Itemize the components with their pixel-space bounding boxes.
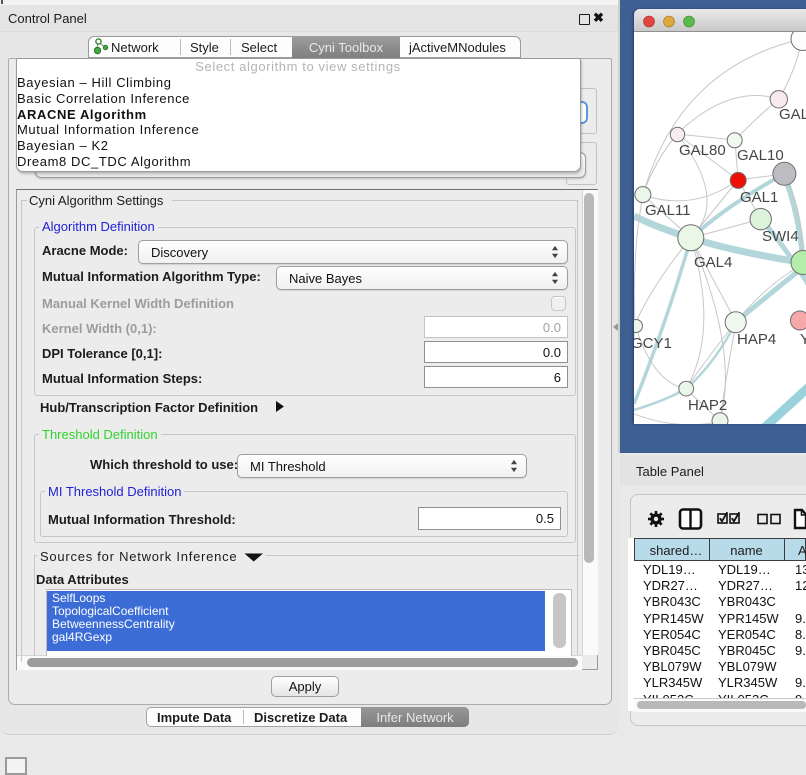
svg-text:GAL1: GAL1 [740, 189, 778, 206]
svg-text:GAL80: GAL80 [679, 142, 726, 159]
svg-text:HAP2: HAP2 [688, 397, 727, 414]
svg-text:HAP4: HAP4 [737, 331, 776, 348]
svg-text:GAL10: GAL10 [737, 147, 784, 164]
svg-text:Y: Y [800, 331, 806, 348]
svg-text:GAL4: GAL4 [694, 254, 732, 271]
svg-text:GCY1: GCY1 [634, 335, 672, 352]
svg-text:GAL11: GAL11 [645, 202, 691, 219]
svg-text:SWI4: SWI4 [762, 228, 799, 245]
svg-text:GAL: GAL [779, 106, 806, 123]
